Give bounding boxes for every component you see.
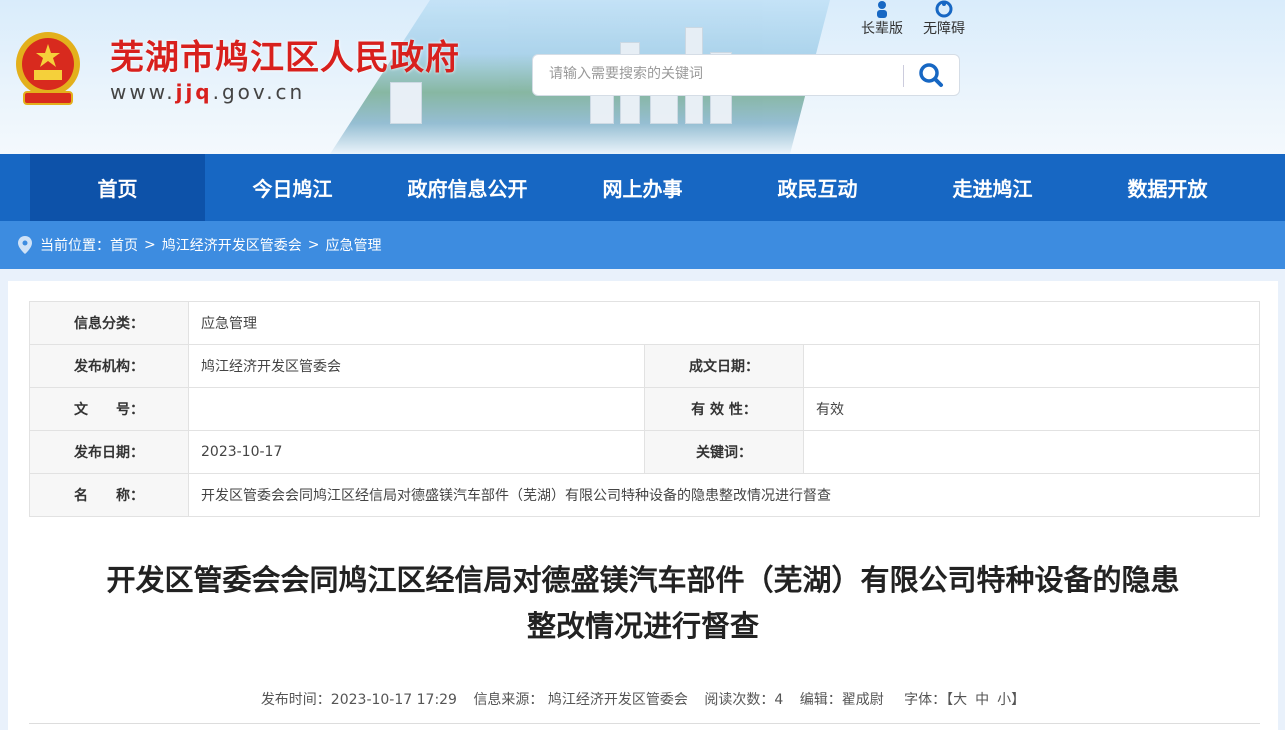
table-row: 信息分类： 应急管理 bbox=[29, 301, 1260, 345]
doc-number-value bbox=[188, 387, 645, 431]
search-icon bbox=[919, 63, 943, 87]
site-title: 芜湖市鸠江区人民政府 bbox=[110, 38, 460, 78]
breadcrumb-separator: > bbox=[144, 237, 156, 253]
table-row: 名 称： 开发区管委会会同鸠江区经信局对德盛镁汽车部件（芜湖）有限公司特种设备的… bbox=[29, 473, 1260, 517]
table-row: 发布日期： 2023-10-17 关键词： bbox=[29, 430, 1260, 474]
font-size-control: 字体：【大中小】 bbox=[904, 692, 1025, 708]
elder-icon bbox=[877, 1, 887, 18]
editor: 编辑：翟成尉 bbox=[799, 692, 884, 708]
article-title-line2: 整改情况进行督查 bbox=[526, 609, 759, 643]
search-box bbox=[532, 54, 960, 96]
divider bbox=[29, 723, 1260, 724]
nav-item-home[interactable]: 首页 bbox=[30, 154, 205, 221]
read-count: 阅读次数：4 bbox=[704, 692, 784, 708]
nav-item-open-data[interactable]: 数据开放 bbox=[1080, 154, 1255, 221]
main-nav: 首页 今日鸠江 政府信息公开 网上办事 政民互动 走进鸠江 数据开放 bbox=[0, 154, 1285, 221]
font-size-end: 】 bbox=[1011, 692, 1026, 708]
font-small-button[interactable]: 小 bbox=[997, 692, 1011, 708]
breadcrumb-dev-zone[interactable]: 鸠江经济开发区管委会 bbox=[162, 235, 302, 255]
publisher-label: 发布机构： bbox=[29, 344, 189, 388]
elder-mode-link[interactable]: 长辈版 bbox=[861, 0, 903, 38]
validity-label: 有 效 性： bbox=[644, 387, 804, 431]
url-accent: jjq bbox=[175, 80, 213, 104]
table-row: 发布机构： 鸠江经济开发区管委会 成文日期： bbox=[29, 344, 1260, 388]
validity-value: 有效 bbox=[803, 387, 1260, 431]
nav-item-gov-info[interactable]: 政府信息公开 bbox=[380, 154, 555, 221]
search-button[interactable] bbox=[903, 55, 959, 95]
article-title-line1: 开发区管委会会同鸠江区经信局对德盛镁汽车部件（芜湖）有限公司特种设备的隐患 bbox=[106, 563, 1180, 597]
url-suffix: .gov.cn bbox=[212, 80, 306, 104]
content-panel: 信息分类： 应急管理 发布机构： 鸠江经济开发区管委会 成文日期： 文 号： 有… bbox=[8, 281, 1278, 730]
article-meta: 发布时间：2023-10-17 17:29 信息来源： 鸠江经济开发区管委会 阅… bbox=[8, 689, 1278, 709]
nav-item-today[interactable]: 今日鸠江 bbox=[205, 154, 380, 221]
accessibility-link[interactable]: 无障碍 bbox=[923, 0, 965, 38]
created-date-label: 成文日期： bbox=[644, 344, 804, 388]
accessibility-label: 无障碍 bbox=[923, 21, 965, 37]
breadcrumb-emergency[interactable]: 应急管理 bbox=[325, 235, 381, 255]
table-row: 文 号： 有 效 性： 有效 bbox=[29, 387, 1260, 431]
info-source: 信息来源： 鸠江经济开发区管委会 bbox=[473, 692, 688, 708]
breadcrumb: 当前位置： 首页 > 鸠江经济开发区管委会 > 应急管理 bbox=[0, 221, 1285, 269]
accessibility-icon bbox=[935, 0, 953, 18]
doc-number-label: 文 号： bbox=[29, 387, 189, 431]
created-date-value bbox=[803, 344, 1260, 388]
nav-item-interaction[interactable]: 政民互动 bbox=[730, 154, 905, 221]
article-title: 开发区管委会会同鸠江区经信局对德盛镁汽车部件（芜湖）有限公司特种设备的隐患 整改… bbox=[48, 557, 1238, 649]
font-large-button[interactable]: 大 bbox=[953, 692, 967, 708]
location-pin-icon bbox=[18, 236, 32, 254]
url-prefix: www. bbox=[110, 80, 176, 104]
name-value: 开发区管委会会同鸠江区经信局对德盛镁汽车部件（芜湖）有限公司特种设备的隐患整改情… bbox=[188, 473, 1260, 517]
elder-mode-label: 长辈版 bbox=[861, 21, 903, 37]
keywords-value bbox=[803, 430, 1260, 474]
publish-date-value: 2023-10-17 bbox=[188, 430, 645, 474]
breadcrumb-home[interactable]: 首页 bbox=[110, 235, 138, 255]
nav-item-about[interactable]: 走进鸠江 bbox=[905, 154, 1080, 221]
national-emblem-icon bbox=[16, 32, 80, 105]
font-medium-button[interactable]: 中 bbox=[975, 692, 989, 708]
font-size-label: 字体：【 bbox=[904, 692, 954, 708]
site-url: www.jjq.gov.cn bbox=[110, 80, 305, 104]
breadcrumb-prefix: 当前位置： bbox=[40, 238, 110, 254]
name-label: 名 称： bbox=[29, 473, 189, 517]
info-table: 信息分类： 应急管理 发布机构： 鸠江经济开发区管委会 成文日期： 文 号： 有… bbox=[29, 301, 1260, 517]
site-header: 芜湖市鸠江区人民政府 www.jjq.gov.cn 长辈版 无障碍 bbox=[0, 0, 1285, 154]
publisher-value: 鸠江经济开发区管委会 bbox=[188, 344, 645, 388]
keywords-label: 关键词： bbox=[644, 430, 804, 474]
nav-item-online-service[interactable]: 网上办事 bbox=[555, 154, 730, 221]
category-value: 应急管理 bbox=[188, 301, 1260, 345]
top-links: 长辈版 无障碍 bbox=[861, 0, 965, 38]
breadcrumb-separator: > bbox=[307, 237, 320, 253]
publish-date-label: 发布日期： bbox=[29, 430, 189, 474]
search-input[interactable] bbox=[547, 65, 891, 83]
publish-time: 发布时间：2023-10-17 17:29 bbox=[260, 692, 457, 708]
search-divider bbox=[903, 65, 904, 87]
category-label: 信息分类： bbox=[29, 301, 189, 345]
